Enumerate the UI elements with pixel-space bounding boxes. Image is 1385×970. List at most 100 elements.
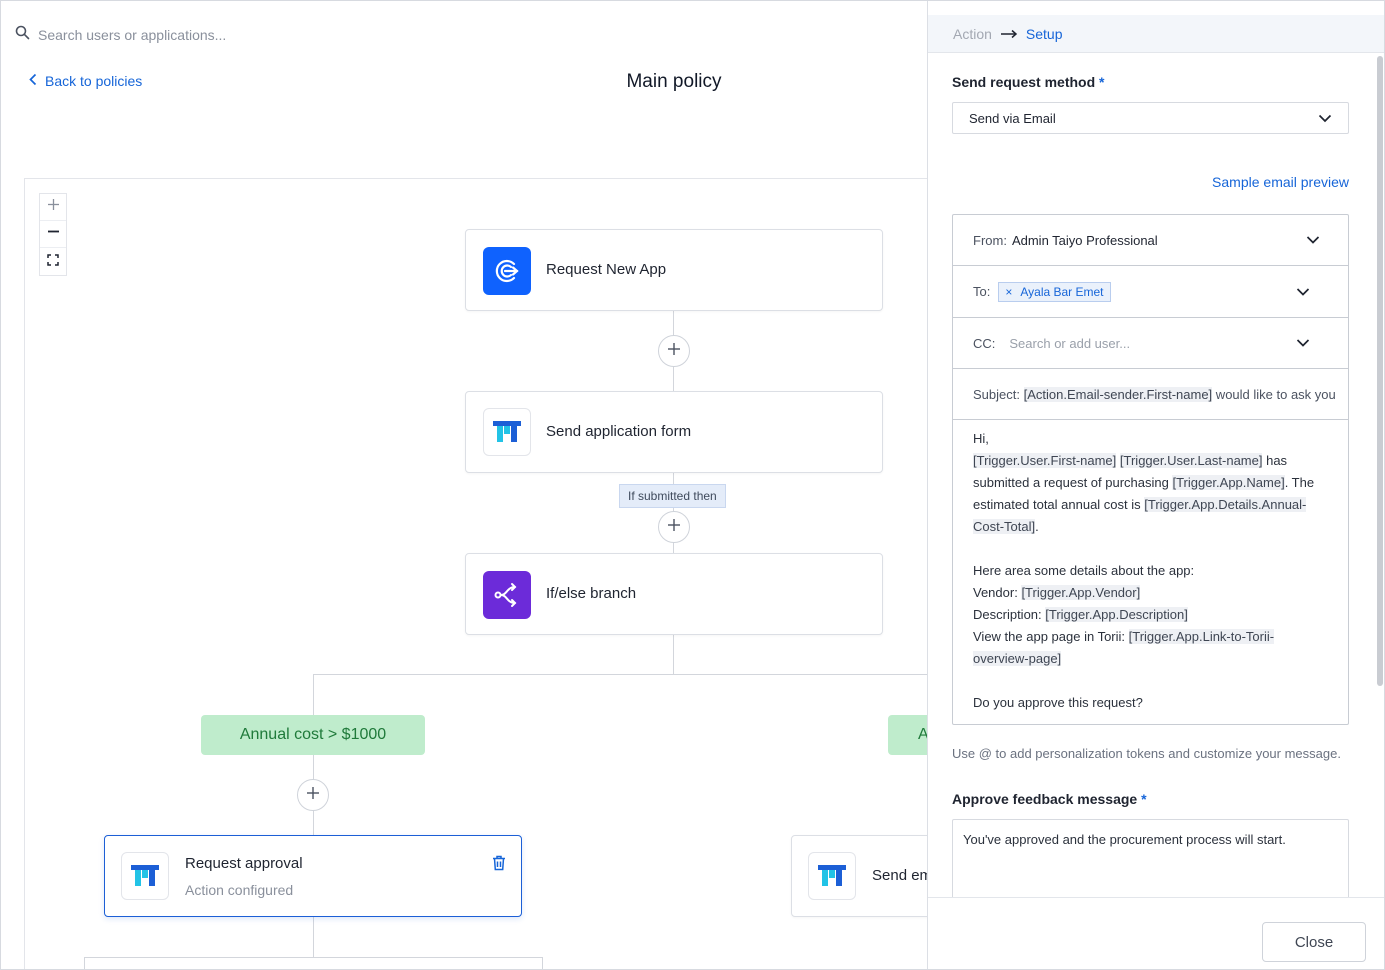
send-method-label: Send request method * — [952, 74, 1104, 90]
node-label: Send em — [872, 867, 933, 884]
approve-feedback-label: Approve feedback message * — [952, 791, 1147, 807]
approve-feedback-label-text: Approve feedback message — [952, 791, 1138, 807]
trash-icon[interactable] — [492, 855, 506, 876]
email-subject-row[interactable]: Subject: [Action.Email-sender.First-name… — [953, 369, 1348, 420]
zoom-in-icon — [47, 198, 60, 216]
torii-logo-icon — [808, 852, 856, 900]
recipient-name: Ayala Bar Emet — [1020, 284, 1104, 299]
details-intro: Here area some details about the app: — [973, 563, 1195, 578]
search-bar[interactable] — [15, 25, 338, 45]
vendor-line: Vendor: [Trigger.App.Vendor] — [973, 582, 1328, 604]
plus-icon — [667, 342, 681, 361]
token[interactable]: [Trigger.App.Name] — [1172, 475, 1285, 490]
connector-line — [84, 957, 543, 958]
connector-line — [313, 674, 933, 675]
branch-icon — [483, 571, 531, 619]
subject-line: Subject: [Action.Email-sender.First-name… — [973, 386, 1336, 402]
recipient-chip[interactable]: × Ayala Bar Emet — [998, 281, 1111, 302]
email-from-row[interactable]: From: Admin Taiyo Professional — [953, 215, 1348, 266]
link-line: View the app page in Torii: [Trigger.App… — [973, 626, 1328, 670]
send-method-value: Send via Email — [969, 110, 1056, 126]
email-body[interactable]: Hi, [Trigger.User.First-name] [Trigger.U… — [973, 428, 1328, 714]
connector-line — [313, 916, 314, 958]
node-label: Request approval — [185, 855, 303, 872]
back-to-policies-link[interactable]: Back to policies — [29, 73, 142, 89]
send-method-label-text: Send request method — [952, 74, 1096, 90]
plus-icon — [667, 518, 681, 537]
zoom-out-icon — [47, 225, 60, 243]
from-label: From: — [973, 232, 1007, 248]
body-text: Description: — [973, 607, 1046, 622]
node-label: Request New App — [546, 261, 667, 278]
panel-scrollbar[interactable] — [1377, 56, 1383, 686]
required-mark: * — [1141, 791, 1147, 807]
search-icon — [15, 25, 30, 45]
page-title: Main policy — [626, 71, 722, 92]
body-text: Vendor: — [973, 585, 1022, 600]
node-request-new-app[interactable]: Request New App — [465, 229, 883, 311]
close-icon[interactable]: × — [1005, 285, 1012, 299]
chevron-down-icon[interactable] — [1296, 336, 1310, 351]
search-input[interactable] — [38, 27, 338, 43]
token[interactable]: [Trigger.App.Description] — [1045, 607, 1188, 622]
node-status: Action configured — [185, 882, 294, 898]
subject-text: would like to ask you — [1212, 386, 1336, 402]
chevron-down-icon[interactable] — [1296, 284, 1310, 299]
action-setup-panel: Action Setup Send request method * Send … — [927, 1, 1384, 969]
sample-email-preview-link[interactable]: Sample email preview — [1212, 174, 1349, 190]
to-label: To: — [973, 284, 991, 299]
torii-logo-icon — [121, 852, 169, 900]
chevron-down-icon — [1318, 111, 1332, 126]
add-step-button[interactable] — [297, 779, 329, 811]
breadcrumb: Action Setup — [928, 15, 1384, 53]
body-text: . — [1035, 519, 1039, 534]
cc-input[interactable] — [1009, 335, 1270, 351]
email-cc-row[interactable]: CC: — [953, 318, 1348, 369]
node-request-approval[interactable]: Request approval Action configured — [104, 835, 522, 917]
subject-label: Subject: — [973, 386, 1020, 402]
connector-line — [542, 957, 543, 969]
trigger-app-icon — [483, 247, 531, 295]
breadcrumb-action[interactable]: Action — [953, 26, 992, 42]
body-text: View the app page in Torii: — [973, 629, 1129, 644]
token[interactable]: [Trigger.App.Vendor] — [1021, 585, 1141, 600]
close-button[interactable]: Close — [1262, 922, 1366, 962]
plus-icon — [306, 786, 320, 805]
send-method-select[interactable]: Send via Email — [952, 102, 1349, 134]
node-send-application-form[interactable]: Send application form — [465, 391, 883, 473]
required-mark: * — [1099, 74, 1105, 90]
connector-line — [673, 634, 674, 675]
zoom-out-button[interactable] — [40, 221, 66, 248]
from-value: Admin Taiyo Professional — [1011, 232, 1158, 248]
email-to-row[interactable]: To: × Ayala Bar Emet — [953, 266, 1348, 318]
chevron-down-icon[interactable] — [1306, 233, 1320, 248]
breadcrumb-setup: Setup — [1025, 25, 1063, 42]
chevron-left-icon — [29, 73, 37, 89]
add-step-button[interactable] — [658, 511, 690, 543]
token[interactable]: [Action.Email-sender.First-name] — [1023, 386, 1213, 402]
approve-feedback-textarea[interactable]: You've approved and the procurement proc… — [952, 819, 1349, 899]
add-step-button[interactable] — [658, 335, 690, 367]
node-label: Send application form — [546, 423, 692, 440]
personalization-hint: Use @ to add personalization tokens and … — [952, 746, 1341, 761]
description-line: Description: [Trigger.App.Description] — [973, 604, 1328, 626]
cc-label: CC: — [973, 335, 996, 351]
body-paragraph: [Trigger.User.First-name] [Trigger.User.… — [973, 450, 1328, 538]
arrow-right-icon — [1000, 29, 1018, 39]
fit-screen-button[interactable] — [40, 248, 66, 275]
connector-line — [84, 957, 85, 969]
greeting: Hi, — [973, 431, 989, 446]
condition-label-annual-cost[interactable]: Annual cost > $1000 — [201, 715, 425, 755]
back-label: Back to policies — [45, 73, 143, 89]
token[interactable]: [Trigger.User.Last-name] — [1119, 453, 1263, 468]
connector-line — [313, 674, 314, 716]
fit-screen-icon — [47, 253, 59, 271]
zoom-controls — [39, 193, 67, 276]
torii-logo-icon — [483, 408, 531, 456]
email-composer: From: Admin Taiyo Professional To: × Aya… — [952, 214, 1349, 725]
token[interactable]: [Trigger.User.First-name] — [973, 453, 1117, 468]
zoom-in-button[interactable] — [40, 194, 66, 221]
node-if-else-branch[interactable]: If/else branch — [465, 553, 883, 635]
